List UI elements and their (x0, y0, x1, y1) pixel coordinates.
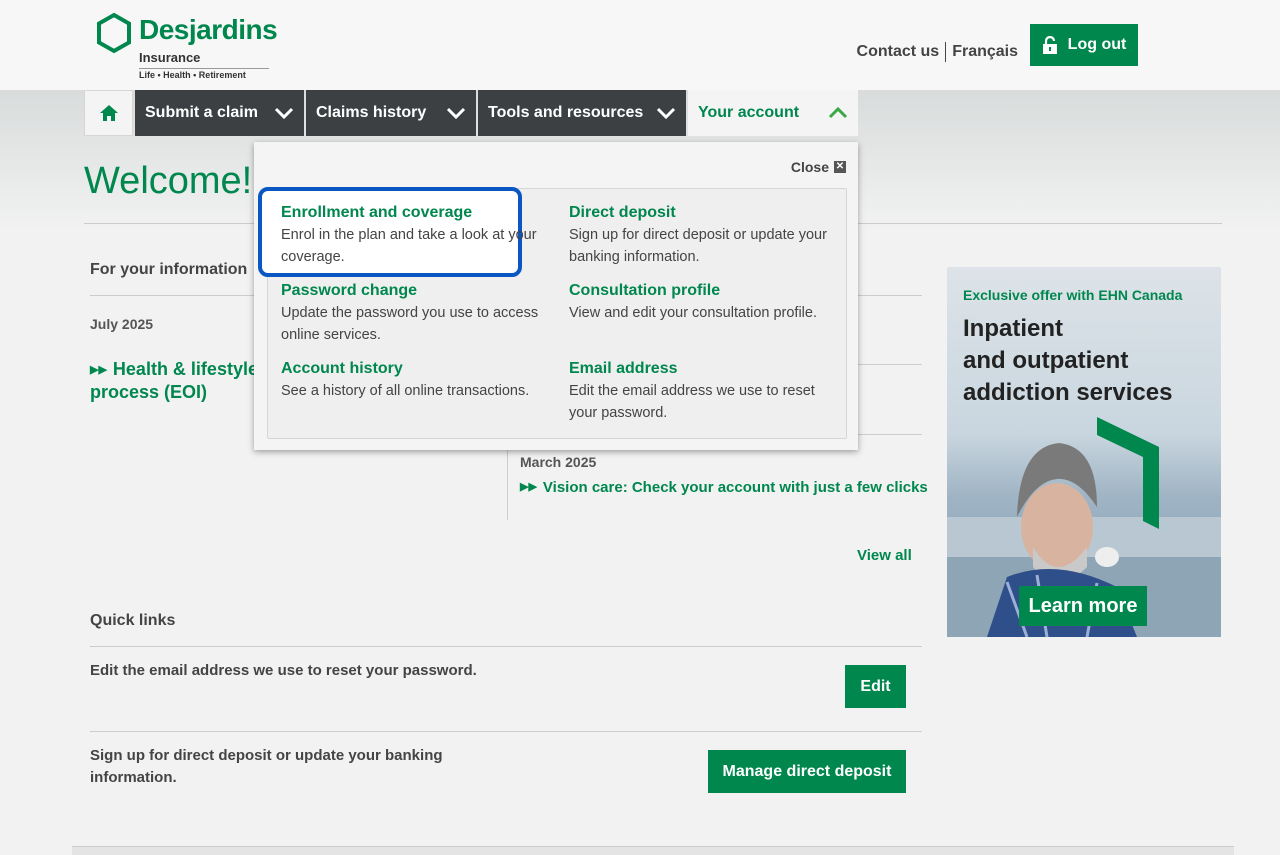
menu-item-desc: See a history of all online transactions… (281, 383, 530, 399)
menu-item-title: Direct deposit (569, 204, 676, 221)
desjardins-logo[interactable]: Desjardins Insurance Life • Health • Ret… (95, 12, 278, 84)
menu-item-enrollment[interactable]: Enrollment and coverage Enrol in the pla… (281, 202, 541, 268)
manage-direct-deposit-button[interactable]: Manage direct deposit (708, 750, 906, 793)
menu-item-title: Account history (281, 360, 403, 377)
news-link-text: Vision care: Check your account with jus… (542, 479, 928, 496)
ad-title-line: Inpatient (963, 315, 1063, 342)
menu-item-direct-deposit[interactable]: Direct deposit Sign up for direct deposi… (569, 202, 829, 268)
language-link[interactable]: Français (952, 43, 1018, 61)
ad-title-line: and outpatient (963, 347, 1129, 374)
nav-label: Your account (698, 104, 800, 121)
menu-item-password[interactable]: Password change Update the password you … (281, 280, 541, 346)
ad-title: Inpatient and outpatient addiction servi… (963, 313, 1172, 409)
menu-item-desc: Update the password you use to access on… (281, 305, 539, 343)
double-arrow-icon: ▶▶ (90, 364, 107, 376)
nav-label: Submit a claim (145, 104, 258, 121)
nav-tools-resources[interactable]: Tools and resources (478, 90, 686, 136)
logout-button[interactable]: Log out (1030, 24, 1138, 66)
ad-banner[interactable]: Exclusive offer with EHN Canada Inpatien… (947, 267, 1221, 637)
logout-label: Log out (1067, 36, 1127, 53)
contact-link[interactable]: Contact us (857, 43, 940, 61)
lock-icon (1042, 36, 1057, 54)
double-arrow-icon: ▶▶ (520, 481, 537, 493)
column-divider (507, 440, 508, 520)
ad-title-line: addiction services (963, 379, 1173, 406)
home-icon (99, 105, 118, 121)
menu-item-title: Enrollment and coverage (281, 204, 473, 221)
menu-item-desc: Sign up for direct deposit or update you… (569, 227, 827, 265)
close-label: Close (790, 159, 829, 175)
news-link-text: Health & lifestyle process (EOI) (90, 359, 258, 402)
chevron-down-icon (274, 107, 294, 120)
brand-tagline: Life • Health • Retirement (139, 70, 246, 80)
news-link-vision[interactable]: ▶▶ Vision care: Check your account with j… (520, 479, 928, 496)
menu-item-email[interactable]: Email address Edit the email address we … (569, 358, 829, 424)
hexagon-logo-icon (97, 12, 131, 54)
close-button[interactable]: Close ✕ (791, 159, 846, 175)
view-all-link[interactable]: View all (857, 547, 912, 564)
learn-more-button[interactable]: Learn more (1019, 586, 1147, 626)
info-section-title: For your information (90, 261, 248, 278)
quick-link-text: Sign up for direct deposit or update you… (90, 747, 443, 786)
menu-item-title: Password change (281, 282, 418, 299)
news-date: March 2025 (520, 454, 597, 470)
nav-label: Tools and resources (488, 104, 644, 121)
divider (90, 731, 922, 732)
brand-name: Desjardins (139, 14, 278, 45)
header-links: Contact us Français (857, 42, 1018, 62)
menu-item-title: Email address (569, 360, 678, 377)
menu-item-desc: Edit the email address we use to reset y… (569, 383, 815, 421)
menu-item-account-history[interactable]: Account history See a history of all onl… (281, 358, 546, 402)
site-header: Desjardins Insurance Life • Health • Ret… (0, 0, 1280, 91)
news-date: July 2025 (90, 316, 154, 332)
menu-item-desc: Enrol in the plan and take a look at you… (281, 227, 537, 265)
nav-label: Claims history (316, 104, 427, 121)
page-title: Welcome! (84, 160, 253, 202)
quick-link-text: Edit the email address we use to reset y… (90, 662, 477, 679)
menu-item-consultation[interactable]: Consultation profile View and edit your … (569, 280, 839, 324)
close-icon: ✕ (834, 161, 846, 173)
main-nav: Submit a claim Claims history Tools and … (84, 90, 860, 136)
menu-item-desc: View and edit your consultation profile. (569, 305, 817, 321)
divider (90, 646, 922, 647)
nav-your-account[interactable]: Your account (688, 90, 858, 136)
edit-button[interactable]: Edit (845, 665, 906, 708)
link-separator (945, 42, 947, 62)
logo-divider (139, 68, 269, 69)
menu-item-title: Consultation profile (569, 282, 721, 299)
nav-home[interactable] (84, 90, 133, 136)
chevron-down-icon (446, 107, 466, 120)
news-link-health[interactable]: ▶▶ Health & lifestyle process (EOI) (90, 358, 260, 403)
quick-links-title: Quick links (90, 612, 176, 629)
footer-bar (72, 846, 1234, 855)
chevron-up-icon (828, 106, 848, 119)
chevron-down-icon (656, 107, 676, 120)
brand-sub: Insurance (139, 50, 201, 65)
nav-claims-history[interactable]: Claims history (306, 90, 476, 136)
ad-offer: Exclusive offer with EHN Canada (963, 287, 1183, 303)
nav-submit-claim[interactable]: Submit a claim (135, 90, 304, 136)
